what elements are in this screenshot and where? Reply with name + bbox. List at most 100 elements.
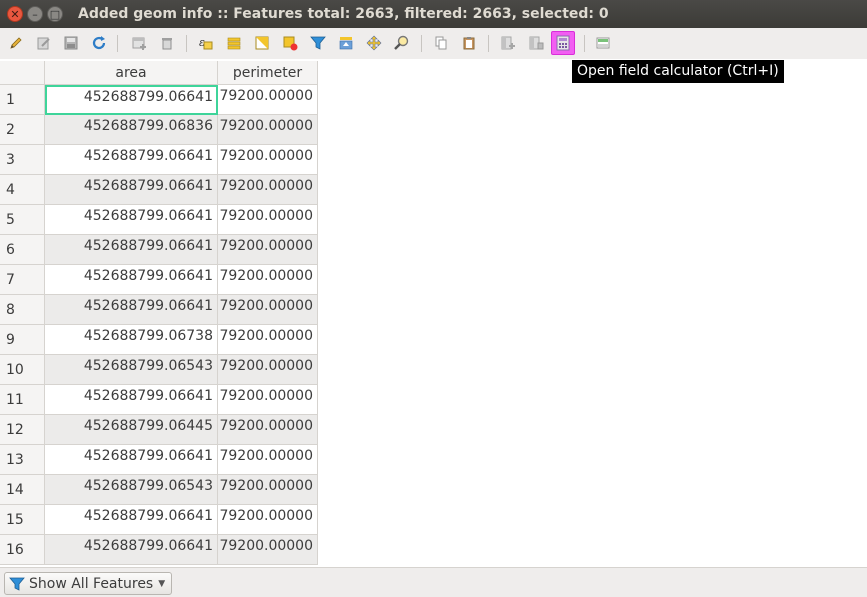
perimeter-cell[interactable]: 79200.00000 xyxy=(218,175,318,205)
area-cell[interactable]: 452688799.06641 xyxy=(45,535,218,565)
table-row[interactable]: 14 452688799.06543 79200.00000 xyxy=(0,475,318,505)
perimeter-cell[interactable]: 79200.00000 xyxy=(218,235,318,265)
perimeter-cell[interactable]: 79200.00000 xyxy=(218,415,318,445)
perimeter-cell[interactable]: 79200.00000 xyxy=(218,115,318,145)
area-cell[interactable]: 452688799.06641 xyxy=(45,385,218,415)
paste-icon xyxy=(463,37,475,50)
perimeter-cell[interactable]: 79200.00000 xyxy=(218,505,318,535)
paste-features-button[interactable] xyxy=(458,32,480,54)
table-row[interactable]: 11 452688799.06641 79200.00000 xyxy=(0,385,318,415)
select-by-expression-button[interactable]: ε xyxy=(195,32,217,54)
perimeter-cell[interactable]: 79200.00000 xyxy=(218,85,318,115)
area-cell[interactable]: 452688799.06641 xyxy=(45,145,218,175)
area-cell[interactable]: 452688799.06641 xyxy=(45,235,218,265)
table-row[interactable]: 8 452688799.06641 79200.00000 xyxy=(0,295,318,325)
area-cell[interactable]: 452688799.06641 xyxy=(45,445,218,475)
area-cell[interactable]: 452688799.06641 xyxy=(45,85,218,115)
table-row[interactable]: 13 452688799.06641 79200.00000 xyxy=(0,445,318,475)
deselect-all-button[interactable] xyxy=(279,32,301,54)
row-number[interactable]: 14 xyxy=(0,475,45,505)
row-number[interactable]: 7 xyxy=(0,265,45,295)
perimeter-cell[interactable]: 79200.00000 xyxy=(218,385,318,415)
minimize-window-button[interactable]: – xyxy=(27,6,43,22)
area-cell[interactable]: 452688799.06836 xyxy=(45,115,218,145)
save-edits-button[interactable] xyxy=(60,32,82,54)
area-cell[interactable]: 452688799.06543 xyxy=(45,475,218,505)
conditional-formatting-button[interactable] xyxy=(592,32,614,54)
row-number[interactable]: 16 xyxy=(0,535,45,565)
add-feature-button[interactable] xyxy=(128,32,150,54)
row-number[interactable]: 3 xyxy=(0,145,45,175)
toggle-editing-button[interactable] xyxy=(5,32,27,54)
close-window-button[interactable]: ✕ xyxy=(7,6,23,22)
conditional-format-icon xyxy=(596,37,610,49)
new-field-button[interactable] xyxy=(497,32,519,54)
filter-icon xyxy=(310,36,326,50)
row-number[interactable]: 6 xyxy=(0,235,45,265)
row-number[interactable]: 12 xyxy=(0,415,45,445)
column-header-perimeter[interactable]: perimeter xyxy=(218,61,318,85)
perimeter-cell[interactable]: 79200.00000 xyxy=(218,265,318,295)
maximize-window-button[interactable]: □ xyxy=(47,6,63,22)
pan-to-selection-button[interactable] xyxy=(363,32,385,54)
calculator-icon xyxy=(556,35,570,51)
row-number[interactable]: 11 xyxy=(0,385,45,415)
table-row[interactable]: 4 452688799.06641 79200.00000 xyxy=(0,175,318,205)
row-number[interactable]: 10 xyxy=(0,355,45,385)
perimeter-cell[interactable]: 79200.00000 xyxy=(218,325,318,355)
area-cell[interactable]: 452688799.06641 xyxy=(45,175,218,205)
area-cell[interactable]: 452688799.06641 xyxy=(45,205,218,235)
filter-select-button[interactable] xyxy=(307,32,329,54)
move-selection-top-button[interactable] xyxy=(335,32,357,54)
table-row[interactable]: 16 452688799.06641 79200.00000 xyxy=(0,535,318,565)
row-number[interactable]: 8 xyxy=(0,295,45,325)
select-all-button[interactable] xyxy=(223,32,245,54)
table-row[interactable]: 7 452688799.06641 79200.00000 xyxy=(0,265,318,295)
row-header-corner[interactable] xyxy=(0,61,45,85)
table-row[interactable]: 5 452688799.06641 79200.00000 xyxy=(0,205,318,235)
row-number[interactable]: 13 xyxy=(0,445,45,475)
row-number[interactable]: 2 xyxy=(0,115,45,145)
trash-icon xyxy=(162,38,172,50)
area-cell[interactable]: 452688799.06641 xyxy=(45,295,218,325)
delete-selected-button[interactable] xyxy=(156,32,178,54)
copy-rows-button[interactable] xyxy=(430,32,452,54)
invert-selection-button[interactable] xyxy=(251,32,273,54)
toggle-multi-edit-button[interactable] xyxy=(33,32,55,54)
perimeter-cell[interactable]: 79200.00000 xyxy=(218,205,318,235)
table-row[interactable]: 2 452688799.06836 79200.00000 xyxy=(0,115,318,145)
chevron-down-icon: ▼ xyxy=(158,578,166,589)
column-header-area[interactable]: area xyxy=(45,61,218,85)
area-cell[interactable]: 452688799.06738 xyxy=(45,325,218,355)
table-row[interactable]: 12 452688799.06445 79200.00000 xyxy=(0,415,318,445)
perimeter-cell[interactable]: 79200.00000 xyxy=(218,475,318,505)
delete-field-button[interactable] xyxy=(525,32,547,54)
row-number[interactable]: 9 xyxy=(0,325,45,355)
row-number[interactable]: 5 xyxy=(0,205,45,235)
pan-icon xyxy=(366,35,382,51)
show-all-features-dropdown[interactable]: Show All Features ▼ xyxy=(4,572,173,595)
row-number[interactable]: 1 xyxy=(0,85,45,115)
table-row[interactable]: 3 452688799.06641 79200.00000 xyxy=(0,145,318,175)
perimeter-cell[interactable]: 79200.00000 xyxy=(218,445,318,475)
area-cell[interactable]: 452688799.06641 xyxy=(45,265,218,295)
perimeter-cell[interactable]: 79200.00000 xyxy=(218,355,318,385)
table-row[interactable]: 9 452688799.06738 79200.00000 xyxy=(0,325,318,355)
perimeter-cell[interactable]: 79200.00000 xyxy=(218,535,318,565)
perimeter-cell[interactable]: 79200.00000 xyxy=(218,145,318,175)
table-row[interactable]: 1 452688799.06641 79200.00000 xyxy=(0,85,318,115)
reload-button[interactable] xyxy=(88,32,110,54)
zoom-to-selection-button[interactable] xyxy=(391,32,413,54)
table-row[interactable]: 15 452688799.06641 79200.00000 xyxy=(0,505,318,535)
area-cell[interactable]: 452688799.06543 xyxy=(45,355,218,385)
toolbar-separator xyxy=(186,35,187,52)
table-row[interactable]: 6 452688799.06641 79200.00000 xyxy=(0,235,318,265)
row-number[interactable]: 15 xyxy=(0,505,45,535)
area-cell[interactable]: 452688799.06445 xyxy=(45,415,218,445)
row-number[interactable]: 4 xyxy=(0,175,45,205)
area-cell[interactable]: 452688799.06641 xyxy=(45,505,218,535)
table-row[interactable]: 10 452688799.06543 79200.00000 xyxy=(0,355,318,385)
field-calculator-button[interactable] xyxy=(551,31,575,55)
attribute-table[interactable]: area perimeter 1 452688799.06641 79200.000… xyxy=(0,59,867,567)
perimeter-cell[interactable]: 79200.00000 xyxy=(218,295,318,325)
